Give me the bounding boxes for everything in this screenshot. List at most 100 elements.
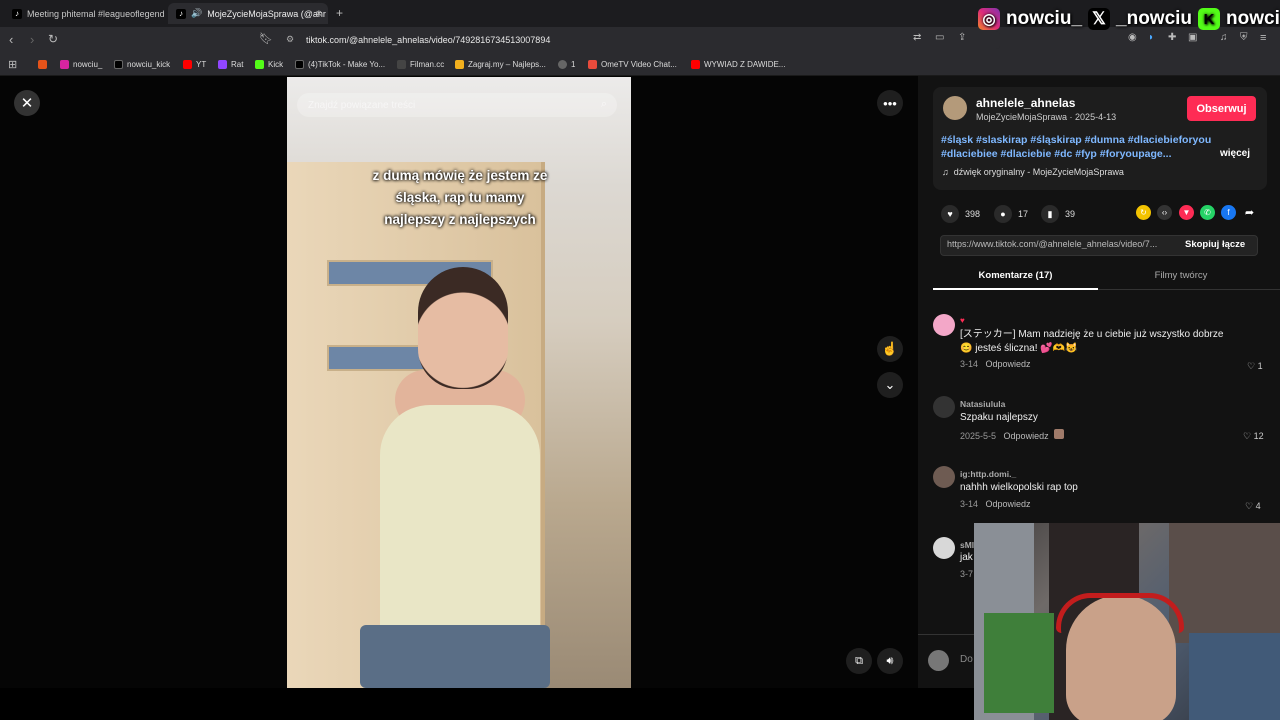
kick-icon	[255, 59, 264, 69]
bookmark-item[interactable]: nowciu_kick	[114, 57, 170, 71]
browser-tab-active[interactable]: ♪ 🔊 MojeZycieMojaSprawa (@ahr ×	[168, 3, 328, 24]
twitch-icon	[218, 59, 227, 69]
like-button[interactable]: ♥ 398	[941, 205, 980, 223]
bookmark-item[interactable]: (4)TikTok - Make Yo...	[295, 57, 385, 71]
globe-icon	[558, 59, 567, 69]
bookmark-item[interactable]: YT	[183, 57, 206, 71]
reply-button[interactable]: Odpowiedz	[986, 499, 1031, 509]
author-username[interactable]: ahnelele_ahnelas	[976, 96, 1075, 110]
reload-icon[interactable]: ↻	[48, 32, 58, 46]
bookmark-item[interactable]: Zagraj.my – Najleps...	[455, 57, 546, 71]
heart-icon: ♡	[1245, 501, 1254, 511]
reply-button[interactable]: Odpowiedz	[986, 359, 1031, 369]
heart-icon: ♡	[1247, 361, 1256, 371]
instagram-icon	[60, 59, 69, 69]
bookmark-item[interactable]: Filman.cc	[397, 57, 444, 71]
bookmark-icon: ▮	[1041, 205, 1059, 223]
overlay-kick-handle: nowciu	[1226, 8, 1280, 29]
comment-like-button[interactable]: ♡ 12	[1243, 431, 1264, 442]
avatar[interactable]	[933, 314, 955, 336]
bookmark-item[interactable]: Kick	[255, 57, 283, 71]
repost-icon[interactable]: ↻	[1136, 205, 1151, 220]
add-comment-input[interactable]: Do	[960, 654, 973, 665]
bookmark-item[interactable]: WYWIAD Z DAWIDE...	[691, 57, 785, 71]
bookmark-item[interactable]: OmeTV Video Chat...	[588, 57, 677, 71]
video-frame-person	[418, 267, 508, 389]
webcam-background	[1169, 523, 1280, 643]
bookmark-item[interactable]	[38, 57, 51, 71]
tab-title: MojeZycieMojaSprawa (@ahr	[207, 8, 326, 19]
forward-icon[interactable]: ›	[30, 32, 34, 47]
whatsapp-icon[interactable]: ✆	[1200, 205, 1215, 220]
bookmarks-bar: ⊞ nowciu_ nowciu_kick YT Rat Kick (4)Tik…	[0, 53, 1280, 76]
avatar[interactable]	[933, 537, 955, 559]
heart-icon: ♥	[941, 205, 959, 223]
creator-liked-icon	[1053, 429, 1064, 439]
x-icon: 𝕏	[1088, 8, 1111, 30]
next-video-button[interactable]: ⌄	[877, 372, 903, 398]
tab-creator-videos[interactable]: Filmy twórcy	[1098, 270, 1264, 281]
streamer-webcam	[974, 523, 1280, 720]
hashtags[interactable]: #dlaciebiee #dlaciebie #dc #fyp #foryoup…	[941, 148, 1172, 160]
bookmark-icon[interactable]: 🔖︎	[259, 32, 273, 45]
sound-link[interactable]: ♫ dźwięk oryginalny - MojeZycieMojaSpraw…	[942, 167, 1124, 177]
close-icon[interactable]: ✕	[14, 90, 40, 116]
share-link[interactable]: https://www.tiktok.com/@ahnelele_ahnelas…	[947, 239, 1173, 249]
comment-meta: 3-7	[960, 569, 974, 579]
divider	[1098, 289, 1280, 290]
comment-like-button[interactable]: ♡ 4	[1245, 501, 1261, 512]
copy-link-button[interactable]: Skopiuj łącze	[1185, 239, 1245, 250]
new-tab-button[interactable]: +	[336, 6, 343, 20]
post-date: 2025-4-13	[1075, 112, 1117, 122]
facebook-icon[interactable]: f	[1221, 205, 1236, 220]
site-info-icon[interactable]: ⚙	[286, 34, 294, 45]
comment-button[interactable]: ● 17	[994, 205, 1028, 223]
url-field[interactable]: ⚙ tiktok.com/@ahnelele_ahnelas/video/749…	[280, 31, 1000, 49]
ometv-icon	[588, 59, 597, 69]
avatar[interactable]	[933, 396, 955, 418]
bookmark-item[interactable]: nowciu_	[60, 57, 102, 71]
tab-comments[interactable]: Komentarze (17)	[933, 270, 1098, 281]
avatar[interactable]	[933, 466, 955, 488]
screen: ♪ Meeting phitemal #leagueoflegends ♪ 🔊 …	[0, 0, 1280, 720]
tiktok-icon	[295, 59, 304, 69]
video-frame-person	[380, 405, 540, 645]
back-icon[interactable]: ‹	[9, 32, 13, 47]
embed-icon[interactable]: ‹›	[1157, 205, 1172, 220]
bottom-bar	[0, 688, 974, 720]
follow-button[interactable]: Obserwuj	[1187, 96, 1256, 121]
overlay-x-handle: _nowciu	[1116, 8, 1193, 29]
reply-button[interactable]: Odpowiedz	[1004, 431, 1049, 441]
apps-grid-icon[interactable]: ⊞	[8, 57, 17, 71]
comment-author[interactable]: sMl	[960, 540, 974, 550]
send-icon[interactable]: ▼	[1179, 205, 1194, 220]
save-button[interactable]: ▮ 39	[1041, 205, 1075, 223]
close-tab-icon[interactable]: ×	[316, 8, 322, 20]
comment-author[interactable]: ig:http.domi._	[960, 469, 1016, 479]
previous-video-button[interactable]: ☝	[877, 336, 903, 362]
author-nickname-date: MojeZycieMojaSprawa · 2025-4-13	[976, 112, 1117, 122]
share-icon[interactable]: ⇪	[958, 32, 966, 43]
comment-icon: ●	[994, 205, 1012, 223]
more-options-icon[interactable]: •••	[877, 90, 903, 116]
avatar[interactable]	[943, 96, 967, 120]
search-icon[interactable]: ⌕	[601, 98, 607, 111]
game-icon	[455, 59, 464, 69]
bookmark-item[interactable]: Rat	[218, 57, 243, 71]
comment-text: jak	[960, 552, 973, 563]
avatar	[928, 650, 949, 671]
bookmark-item[interactable]: 1	[558, 57, 575, 71]
hashtags[interactable]: #śląsk #slaskirap #śląskirap #dumna #dla…	[941, 134, 1211, 146]
more-link[interactable]: więcej	[1220, 148, 1250, 159]
comment-author[interactable]: Natasiulula	[960, 399, 1005, 409]
reader-icon[interactable]: ▭	[935, 32, 944, 43]
volume-icon[interactable]: 🔊︎	[877, 648, 903, 674]
share-arrow-icon[interactable]: ➦	[1242, 205, 1257, 220]
browser-tab[interactable]: ♪ Meeting phitemal #leagueoflegends	[4, 3, 164, 24]
translate-icon[interactable]: ⇄	[913, 32, 921, 43]
comment-text: [ステッカー] Mam nadzieję że u ciebie już wsz…	[960, 329, 1224, 354]
related-search-input[interactable]: Znajdź powiązane treści ⌕	[297, 93, 617, 117]
comment-like-button[interactable]: ♡ 1	[1247, 361, 1263, 372]
pip-icon[interactable]: ⧉	[846, 648, 872, 674]
url-text: tiktok.com/@ahnelele_ahnelas/video/74928…	[306, 35, 551, 45]
